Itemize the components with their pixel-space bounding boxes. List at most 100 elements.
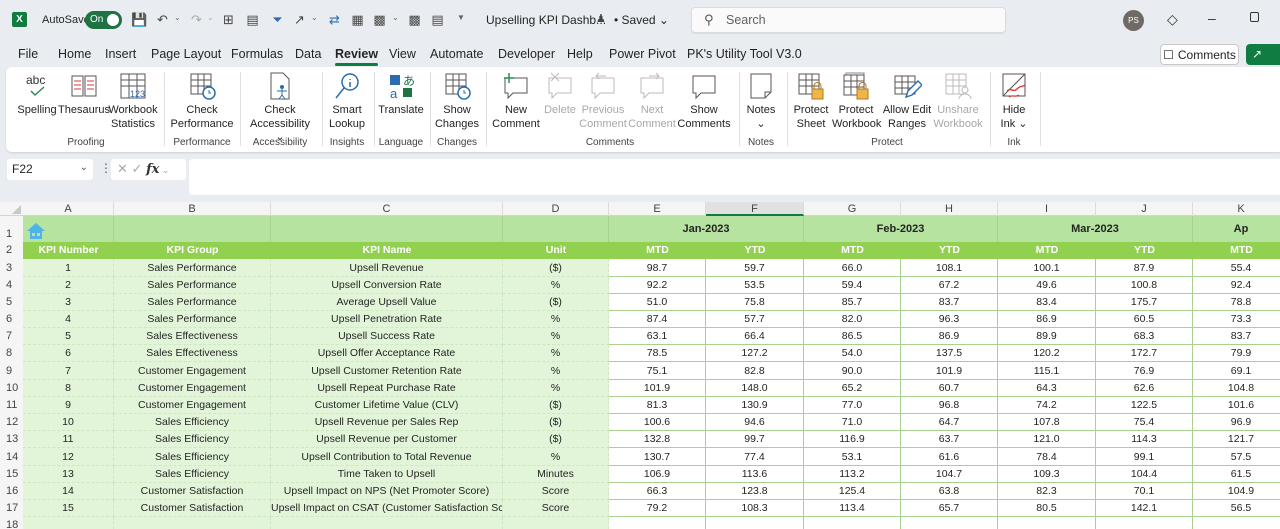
table-cell[interactable]: Customer Satisfaction [114,483,271,500]
save-icon[interactable]: 💾 [131,12,147,27]
table-cell[interactable]: 115.1 [998,362,1096,380]
table-cell[interactable]: 96.9 [1193,414,1280,431]
workbook-statistics-button[interactable]: 123 Workbook Statistics [108,71,158,131]
column-header-e[interactable]: E [609,202,706,216]
table-cell[interactable]: Upsell Offer Acceptance Rate [271,345,503,362]
row-header-17[interactable]: 17 [0,500,23,517]
table-cell[interactable]: ($) [503,294,609,311]
table-cell[interactable]: 137.5 [901,345,998,362]
table-cell[interactable] [23,517,114,529]
table-cell[interactable]: 63.8 [901,483,998,500]
redo-dropdown-icon[interactable]: ⌄ [207,13,214,22]
table-cell[interactable]: 132.8 [609,431,706,448]
table-cell[interactable]: Average Upsell Value [271,294,503,311]
table-cell[interactable]: 57.7 [706,311,804,328]
minimize-icon[interactable]: – [1208,10,1216,26]
table-cell[interactable]: 85.7 [804,294,901,311]
table-cell[interactable]: 83.7 [1193,328,1280,345]
table-cell[interactable]: 99.1 [1096,448,1193,466]
column-header-k[interactable]: K [1193,202,1280,216]
table-cell[interactable]: 120.2 [998,345,1096,362]
table-cell[interactable]: Customer Engagement [114,362,271,380]
calculator-dropdown-icon[interactable]: ⌄ [392,13,399,22]
table-cell[interactable]: Customer Satisfaction [114,500,271,517]
row-header-15[interactable]: 15 [0,466,23,483]
unshare-workbook-button[interactable]: Unshare Workbook [932,71,984,131]
table-cell[interactable]: 87.4 [609,311,706,328]
table-cell[interactable]: 94.6 [706,414,804,431]
calculator2-icon[interactable]: ▩ [407,12,422,27]
share-dropdown-icon[interactable]: ⌄ [311,13,318,22]
table-cell[interactable]: 76.9 [1096,362,1193,380]
table-cell[interactable]: 3 [23,294,114,311]
table-cell[interactable]: Upsell Revenue per Customer [271,431,503,448]
row-header-8[interactable]: 8 [0,345,23,362]
row-header-5[interactable]: 5 [0,294,23,311]
row-header-11[interactable]: 11 [0,397,23,414]
column-header-h[interactable]: H [901,202,998,216]
table-cell[interactable]: Upsell Revenue per Sales Rep [271,414,503,431]
table-cell[interactable]: 11 [23,431,114,448]
tab-view[interactable]: View [389,47,416,61]
table-cell[interactable]: 59.7 [706,259,804,277]
table-cell[interactable]: Sales Effectiveness [114,328,271,345]
table-cell[interactable]: 82.0 [804,311,901,328]
table-cell[interactable]: 63.1 [609,328,706,345]
cancel-icon[interactable]: ✕ [117,161,128,176]
table-cell[interactable]: % [503,380,609,397]
table-cell[interactable]: 71.0 [804,414,901,431]
table-cell[interactable]: 56.5 [1193,500,1280,517]
hide-ink-button[interactable]: Hide Ink ⌄ [996,71,1032,131]
table-cell[interactable]: 86.5 [804,328,901,345]
table-cell[interactable]: 104.9 [1193,483,1280,500]
table-cell[interactable]: 59.4 [804,277,901,294]
chevron-down-icon[interactable]: ⌄ [159,165,170,175]
table-cell[interactable]: 78.5 [609,345,706,362]
row-header-12[interactable]: 12 [0,414,23,431]
table-cell[interactable]: Customer Engagement [114,397,271,414]
table-cell[interactable]: 51.0 [609,294,706,311]
table-cell[interactable]: 79.9 [1193,345,1280,362]
table-cell[interactable]: % [503,311,609,328]
tab-data[interactable]: Data [295,47,321,61]
formula-input[interactable] [189,159,1280,195]
table-cell[interactable]: 64.3 [998,380,1096,397]
new-comment-button[interactable]: New Comment [490,71,542,131]
table-cell[interactable]: 104.7 [901,466,998,483]
column-header-g[interactable]: G [804,202,901,216]
table-cell[interactable]: 104.8 [1193,380,1280,397]
table-cell[interactable] [804,517,901,529]
table-cell[interactable]: Upsell Penetration Rate [271,311,503,328]
table-cell[interactable]: 125.4 [804,483,901,500]
notes-button[interactable]: Notes ⌄ [743,71,779,131]
table-cell[interactable]: 90.0 [804,362,901,380]
table-cell[interactable]: Score [503,483,609,500]
table-cell[interactable]: 75.8 [706,294,804,311]
table-cell[interactable]: 121.7 [1193,431,1280,448]
table-cell[interactable]: 113.6 [706,466,804,483]
table-cell[interactable]: 61.6 [901,448,998,466]
table-cell[interactable]: 172.7 [1096,345,1193,362]
share-export-icon[interactable]: ↗ [292,12,307,27]
table-cell[interactable]: 108.3 [706,500,804,517]
column-header-f[interactable]: F [706,202,804,216]
table-cell[interactable]: 81.3 [609,397,706,414]
table-cell[interactable]: % [503,362,609,380]
undo-icon[interactable]: ↶ [155,12,170,27]
show-comments-button[interactable]: Show Comments [676,71,732,131]
table-cell[interactable]: 67.2 [901,277,998,294]
filter-icon[interactable]: ⏷ [270,12,285,27]
row-header-2[interactable]: 2 [0,242,23,259]
table-cell[interactable]: 69.1 [1193,362,1280,380]
translate-button[interactable]: あa Translate [378,71,424,118]
table-cell[interactable]: 100.6 [609,414,706,431]
tab-automate[interactable]: Automate [430,47,484,61]
table-cell[interactable] [1096,517,1193,529]
table-cell[interactable]: 113.4 [804,500,901,517]
table-cell[interactable]: ($) [503,414,609,431]
row-header-14[interactable]: 14 [0,448,23,466]
table-cell[interactable]: Sales Performance [114,259,271,277]
tab-home[interactable]: Home [58,47,91,61]
protect-workbook-button[interactable]: Protect Workbook [832,71,881,131]
table-cell[interactable]: 75.1 [609,362,706,380]
